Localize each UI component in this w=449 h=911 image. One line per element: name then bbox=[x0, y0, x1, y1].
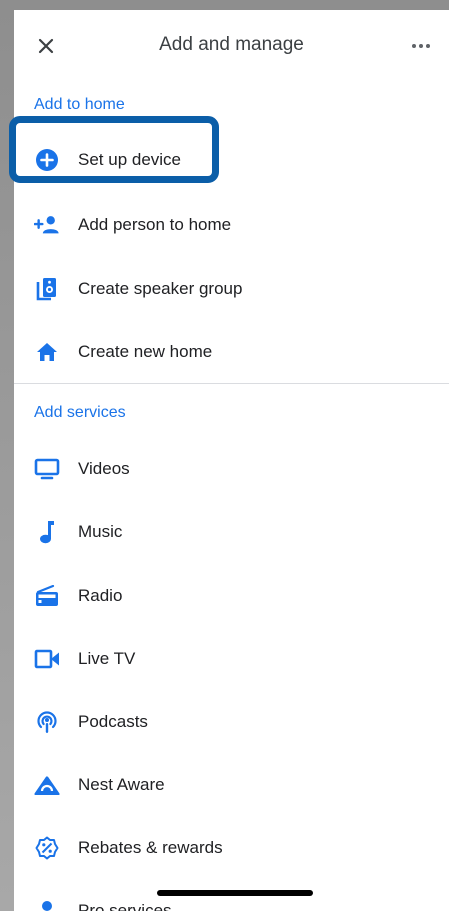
section-header-add-to-home: Add to home bbox=[34, 96, 125, 113]
rebates-icon bbox=[34, 835, 60, 861]
pro-services-label: Pro services bbox=[78, 901, 172, 911]
radio-icon bbox=[34, 583, 60, 609]
radio-label: Radio bbox=[78, 586, 123, 605]
pro-services-item[interactable]: Pro services bbox=[14, 883, 449, 911]
podcasts-label: Podcasts bbox=[78, 712, 148, 731]
section-divider bbox=[14, 383, 449, 384]
music-note-icon bbox=[34, 519, 60, 545]
live-tv-label: Live TV bbox=[78, 649, 136, 668]
home-icon bbox=[34, 339, 60, 365]
radio-item[interactable]: Radio bbox=[14, 568, 449, 624]
nest-aware-label: Nest Aware bbox=[78, 775, 165, 794]
add-person-item[interactable]: Add person to home bbox=[14, 197, 449, 253]
rebates-rewards-item[interactable]: Rebates & rewards bbox=[14, 820, 449, 876]
pro-services-icon bbox=[34, 898, 60, 911]
section-header-add-services: Add services bbox=[34, 404, 126, 421]
rebates-rewards-label: Rebates & rewards bbox=[78, 838, 223, 857]
app-screen: Add and manage Add to home Set up device bbox=[14, 10, 449, 911]
more-horizontal-icon bbox=[412, 44, 430, 48]
create-speaker-group-label: Create speaker group bbox=[78, 279, 243, 298]
more-options-button[interactable] bbox=[409, 34, 433, 58]
nest-aware-icon bbox=[34, 772, 60, 798]
set-up-device-item[interactable]: Set up device bbox=[14, 132, 449, 188]
set-up-device-label: Set up device bbox=[78, 150, 182, 169]
create-new-home-item[interactable]: Create new home bbox=[14, 324, 449, 380]
device-frame: Add and manage Add to home Set up device bbox=[0, 0, 449, 911]
create-new-home-label: Create new home bbox=[78, 342, 213, 361]
person-add-icon bbox=[34, 212, 60, 238]
videos-label: Videos bbox=[78, 459, 130, 478]
create-speaker-group-item[interactable]: Create speaker group bbox=[14, 261, 449, 317]
add-person-label: Add person to home bbox=[78, 215, 232, 234]
videocam-icon bbox=[34, 646, 60, 672]
home-indicator bbox=[157, 890, 313, 896]
speaker-group-icon bbox=[34, 276, 60, 302]
podcasts-item[interactable]: Podcasts bbox=[14, 694, 449, 750]
add-circle-icon bbox=[34, 147, 60, 173]
podcasts-icon bbox=[34, 709, 60, 735]
music-label: Music bbox=[78, 522, 123, 541]
page-title: Add and manage bbox=[159, 34, 304, 55]
music-item[interactable]: Music bbox=[14, 504, 449, 560]
nest-aware-item[interactable]: Nest Aware bbox=[14, 757, 449, 813]
videos-item[interactable]: Videos bbox=[14, 441, 449, 497]
top-app-bar: Add and manage bbox=[14, 10, 449, 80]
live-tv-item[interactable]: Live TV bbox=[14, 631, 449, 687]
tv-icon bbox=[34, 456, 60, 482]
